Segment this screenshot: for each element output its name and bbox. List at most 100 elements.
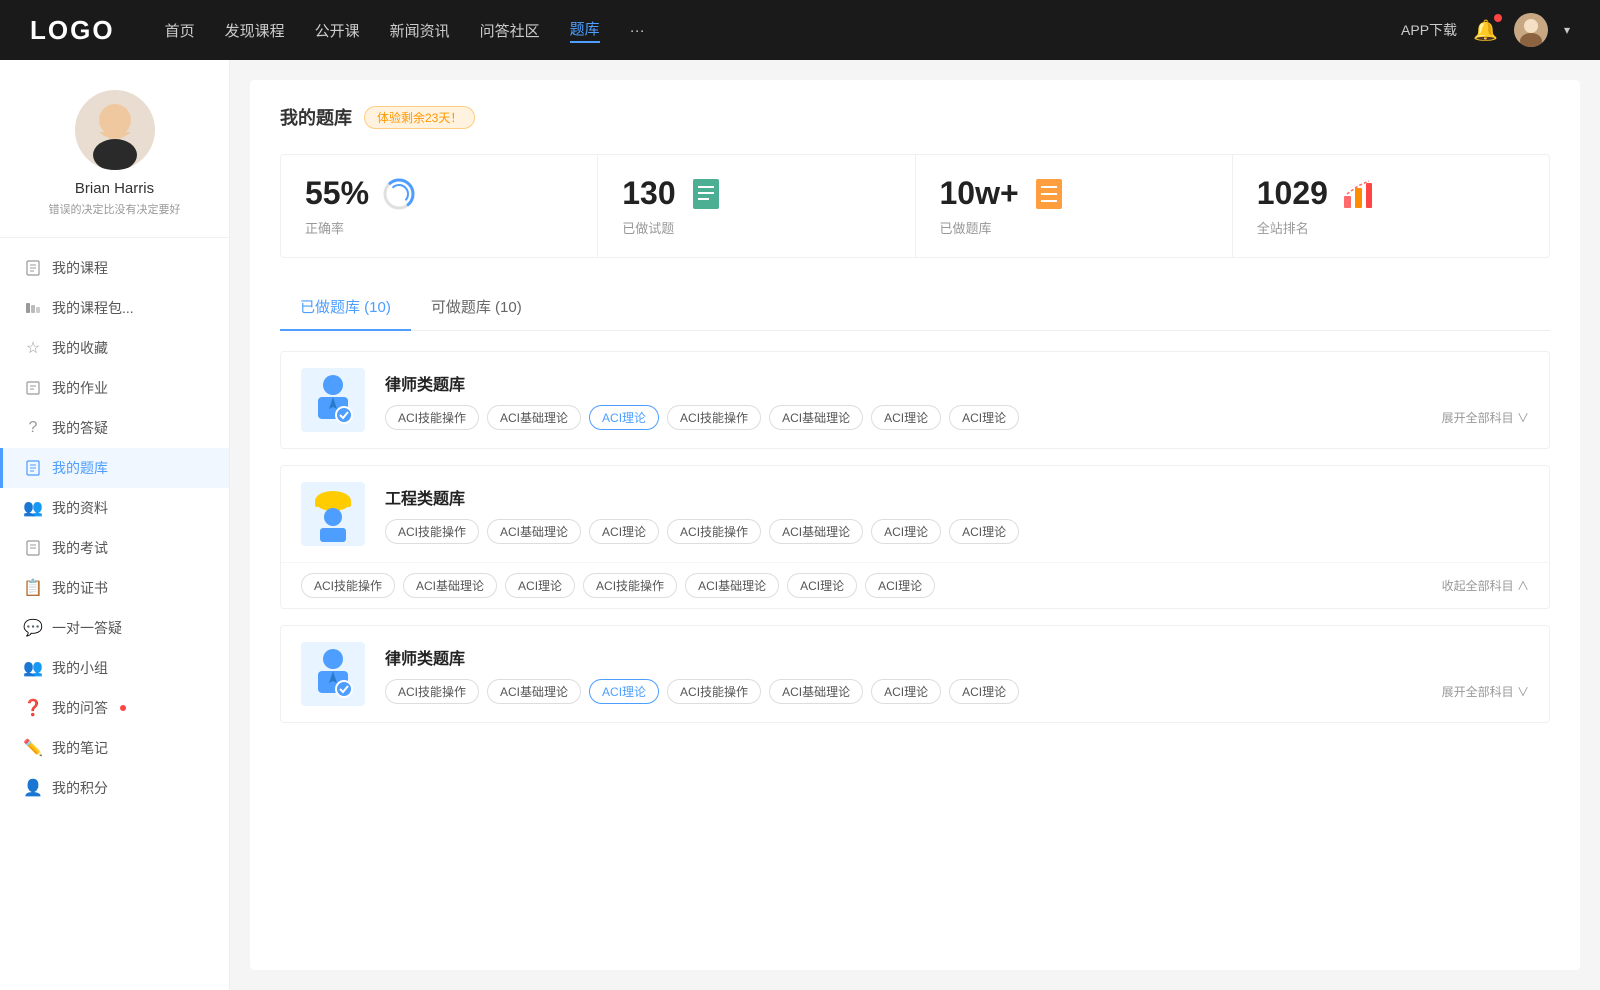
tag[interactable]: ACI理论 (949, 405, 1019, 430)
group-icon: 👥 (24, 659, 42, 677)
tag-active[interactable]: ACI理论 (589, 405, 659, 430)
stat-label: 已做试题 (622, 218, 890, 237)
tab-done[interactable]: 已做题库 (10) (280, 286, 411, 331)
sidebar-item-qa[interactable]: ? 我的答疑 (0, 408, 229, 448)
sidebar-label: 我的课程 (52, 258, 108, 278)
tag[interactable]: ACI基础理论 (487, 405, 581, 430)
avatar-chevron[interactable]: ▾ (1564, 23, 1570, 37)
tag-active[interactable]: ACI理论 (589, 679, 659, 704)
qbank-card-lawyer-1: 律师类题库 ACI技能操作 ACI基础理论 ACI理论 ACI技能操作 ACI基… (280, 351, 1550, 449)
sidebar-label: 我的答疑 (52, 418, 108, 438)
tab-available[interactable]: 可做题库 (10) (411, 286, 542, 331)
sidebar-item-course[interactable]: 我的课程 (0, 248, 229, 288)
stat-top: 130 (622, 175, 890, 212)
layout: Brian Harris 错误的决定比没有决定要好 我的课程 (0, 60, 1600, 990)
sidebar-item-cert[interactable]: 📋 我的证书 (0, 568, 229, 608)
tag[interactable]: ACI基础理论 (769, 679, 863, 704)
tag[interactable]: ACI基础理论 (487, 679, 581, 704)
navbar-right: APP下载 🔔 ▾ (1401, 13, 1570, 47)
sidebar-label: 我的题库 (52, 458, 108, 478)
cert-icon: 📋 (24, 579, 42, 597)
nav-discover[interactable]: 发现课程 (225, 20, 285, 41)
nav-more[interactable]: ··· (630, 22, 645, 39)
tag[interactable]: ACI理论 (505, 573, 575, 598)
tag[interactable]: ACI基础理论 (769, 519, 863, 544)
nav-qbank[interactable]: 题库 (570, 18, 600, 43)
tag[interactable]: ACI理论 (865, 573, 935, 598)
sidebar-label: 我的积分 (52, 778, 108, 798)
tag[interactable]: ACI技能操作 (385, 405, 479, 430)
tag[interactable]: ACI基础理论 (403, 573, 497, 598)
expand-btn[interactable]: 展开全部科目 ∨ (1442, 409, 1529, 426)
stat-label: 正确率 (305, 218, 573, 237)
expand-btn-2[interactable]: 展开全部科目 ∨ (1442, 683, 1529, 700)
tag[interactable]: ACI技能操作 (385, 679, 479, 704)
homework-icon (24, 379, 42, 397)
tag[interactable]: ACI基础理论 (487, 519, 581, 544)
sidebar-item-tutor[interactable]: 💬 一对一答疑 (0, 608, 229, 648)
sidebar-item-group[interactable]: 👥 我的小组 (0, 648, 229, 688)
sidebar: Brian Harris 错误的决定比没有决定要好 我的课程 (0, 60, 230, 990)
tag[interactable]: ACI理论 (871, 405, 941, 430)
tag[interactable]: ACI理论 (949, 679, 1019, 704)
logo[interactable]: LOGO (30, 15, 115, 46)
package-icon (24, 299, 42, 317)
nav-home[interactable]: 首页 (165, 20, 195, 41)
qbank-card-lawyer-2: 律师类题库 ACI技能操作 ACI基础理论 ACI理论 ACI技能操作 ACI基… (280, 625, 1550, 723)
unread-dot (120, 705, 126, 711)
sidebar-item-points[interactable]: 👤 我的积分 (0, 768, 229, 808)
collapse-btn[interactable]: 收起全部科目 ∧ (1442, 577, 1529, 594)
tag[interactable]: ACI理论 (871, 679, 941, 704)
stat-top: 10w+ (940, 175, 1208, 212)
avatar[interactable] (1514, 13, 1548, 47)
qbank-tags-row1: ACI技能操作 ACI基础理论 ACI理论 ACI技能操作 ACI基础理论 AC… (385, 519, 1529, 544)
sidebar-item-exam[interactable]: 我的考试 (0, 528, 229, 568)
nav-news[interactable]: 新闻资讯 (390, 20, 450, 41)
tag[interactable]: ACI基础理论 (769, 405, 863, 430)
tag[interactable]: ACI理论 (589, 519, 659, 544)
qbank-header: 律师类题库 ACI技能操作 ACI基础理论 ACI理论 ACI技能操作 ACI基… (281, 626, 1549, 722)
notification-bell[interactable]: 🔔 (1473, 18, 1498, 43)
profile-name: Brian Harris (20, 180, 209, 197)
main-content: 我的题库 体验剩余23天！ 55% (250, 80, 1580, 970)
tag[interactable]: ACI理论 (787, 573, 857, 598)
sidebar-label: 我的问答 (52, 698, 108, 718)
qbank-avatar-engineer (301, 482, 365, 546)
notification-badge (1494, 14, 1502, 22)
sidebar-item-package[interactable]: 我的课程包... (0, 288, 229, 328)
nav-opencourse[interactable]: 公开课 (315, 20, 360, 41)
sidebar-item-favorites[interactable]: ☆ 我的收藏 (0, 328, 229, 368)
doc-icon (688, 176, 724, 212)
qbank-header: 律师类题库 ACI技能操作 ACI基础理论 ACI理论 ACI技能操作 ACI基… (281, 352, 1549, 448)
points-icon: 👤 (24, 779, 42, 797)
stat-accuracy: 55% 正确率 (281, 155, 598, 257)
tag[interactable]: ACI技能操作 (667, 519, 761, 544)
sidebar-item-qbank[interactable]: 我的题库 (0, 448, 229, 488)
app-download[interactable]: APP下载 (1401, 20, 1457, 40)
stat-value: 1029 (1257, 175, 1328, 212)
tag[interactable]: ACI技能操作 (301, 573, 395, 598)
page-title: 我的题库 (280, 104, 352, 130)
nav-qa[interactable]: 问答社区 (480, 20, 540, 41)
sidebar-item-notes[interactable]: ✏️ 我的笔记 (0, 728, 229, 768)
tag[interactable]: ACI技能操作 (667, 679, 761, 704)
sidebar-item-questions[interactable]: ❓ 我的问答 (0, 688, 229, 728)
tag[interactable]: ACI理论 (949, 519, 1019, 544)
stat-value: 55% (305, 175, 369, 212)
sidebar-label: 我的证书 (52, 578, 108, 598)
list-icon (1031, 176, 1067, 212)
tag[interactable]: ACI技能操作 (385, 519, 479, 544)
qbank-avatar-lawyer (301, 368, 365, 432)
sidebar-item-homework[interactable]: 我的作业 (0, 368, 229, 408)
sidebar-label: 我的小组 (52, 658, 108, 678)
tag[interactable]: ACI技能操作 (583, 573, 677, 598)
questions-icon: ❓ (24, 699, 42, 717)
qbank-icon (24, 459, 42, 477)
tag[interactable]: ACI技能操作 (667, 405, 761, 430)
main-area: 我的题库 体验剩余23天！ 55% (230, 60, 1600, 990)
sidebar-item-profile[interactable]: 👥 我的资料 (0, 488, 229, 528)
tag[interactable]: ACI基础理论 (685, 573, 779, 598)
nav-links: 首页 发现课程 公开课 新闻资讯 问答社区 题库 ··· (165, 18, 1401, 43)
tag[interactable]: ACI理论 (871, 519, 941, 544)
qbank-title: 律师类题库 (385, 645, 1529, 669)
